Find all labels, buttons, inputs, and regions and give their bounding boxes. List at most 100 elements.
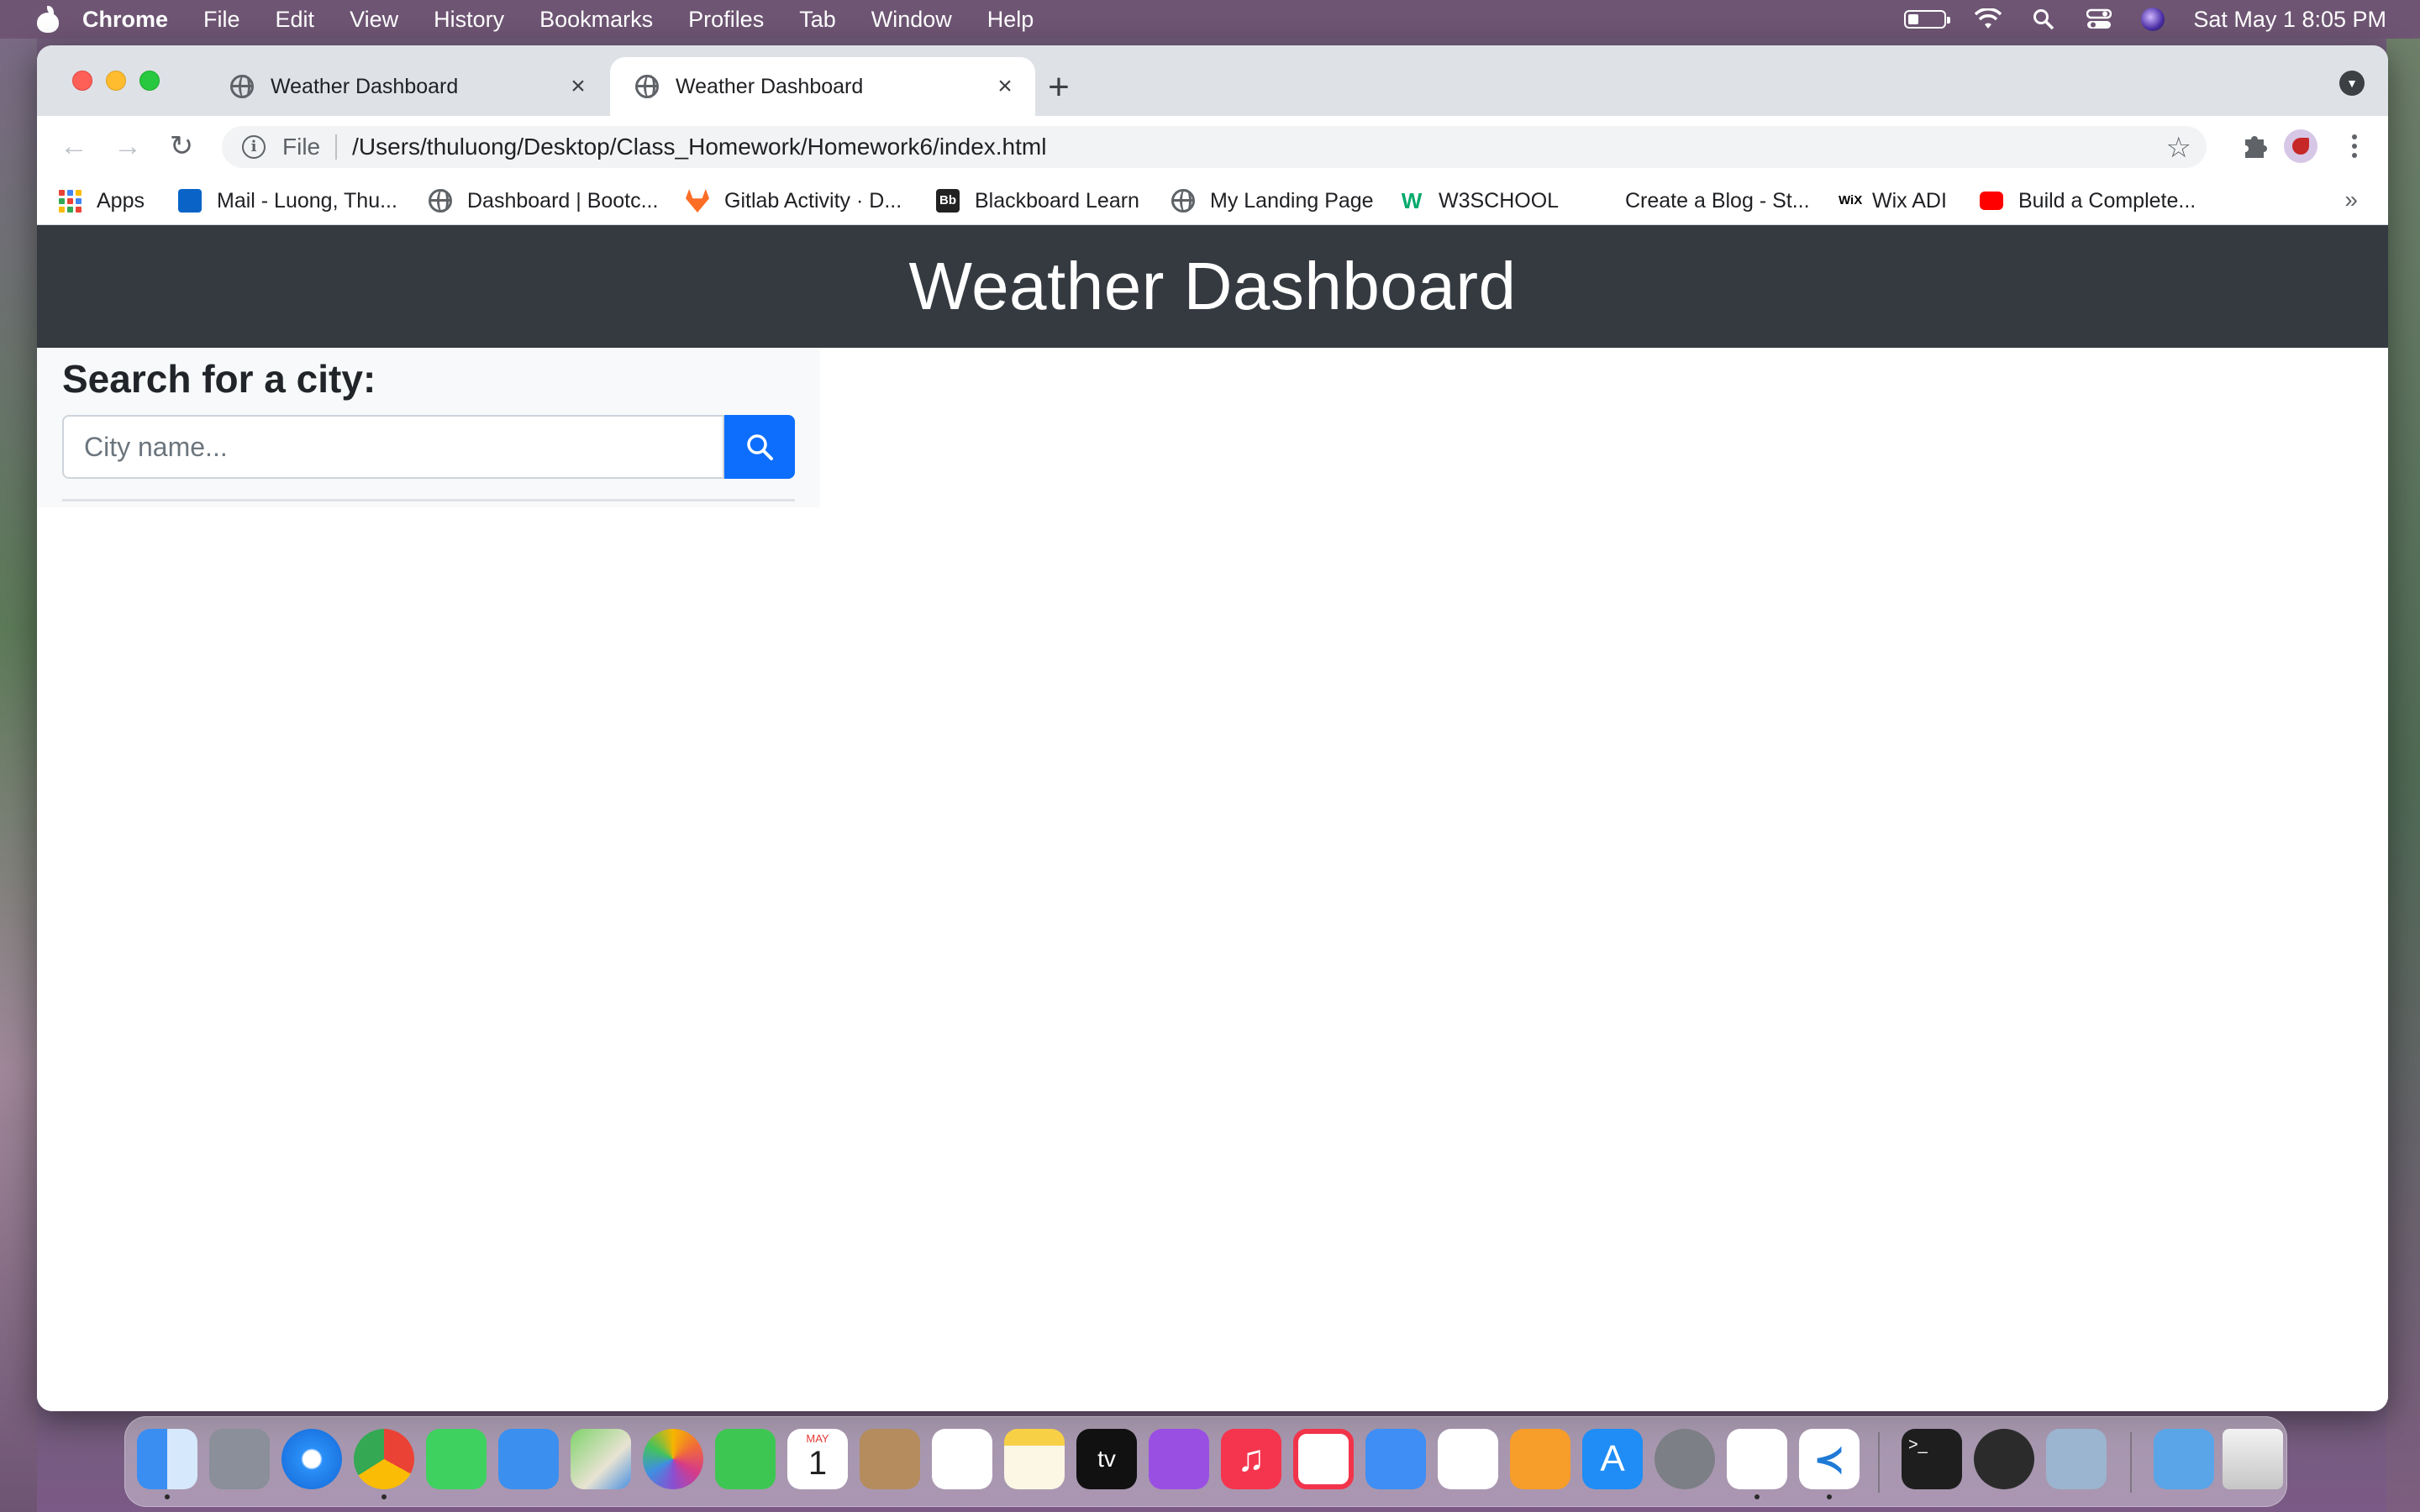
siri-icon[interactable] — [2141, 8, 2165, 31]
bookmark-label: Blackboard Learn — [975, 188, 1139, 213]
apple-icon[interactable] — [35, 6, 60, 33]
menu-clock[interactable]: Sat May 1 8:05 PM — [2193, 7, 2386, 33]
menu-app-name[interactable]: Chrome — [82, 7, 168, 33]
bookmark-blackboard[interactable]: Bb Blackboard Learn — [936, 185, 1139, 217]
w3schools-icon: W — [1401, 188, 1423, 213]
bookmark-label: Create a Blog - St... — [1625, 188, 1810, 213]
bookmark-create-blog[interactable]: Create a Blog - St... — [1625, 185, 1810, 217]
menu-help[interactable]: Help — [987, 7, 1034, 33]
web-page: Weather Dashboard Search for a city: — [37, 225, 2388, 1411]
info-icon[interactable]: i — [242, 135, 266, 159]
city-search-input[interactable] — [62, 415, 725, 479]
bookmark-star-icon[interactable]: ☆ — [2166, 131, 2191, 165]
terminal-icon[interactable]: >_ — [1902, 1429, 1962, 1489]
forward-button[interactable]: → — [109, 128, 146, 165]
menu-edit[interactable]: Edit — [276, 7, 315, 33]
facetime-icon[interactable] — [715, 1429, 776, 1489]
search-button[interactable] — [724, 415, 795, 479]
new-tab-button[interactable]: + — [1034, 62, 1084, 113]
tab-title: Weather Dashboard — [271, 74, 459, 98]
slack-icon[interactable] — [1727, 1429, 1787, 1489]
bookmark-wix[interactable]: WiX Wix ADI — [1839, 185, 1947, 217]
battery-icon[interactable] — [1904, 10, 1951, 29]
trash-icon[interactable] — [2223, 1429, 2283, 1489]
close-tab-icon[interactable]: × — [560, 72, 597, 101]
tab-weather-dashboard-2[interactable]: Weather Dashboard × — [610, 57, 1035, 116]
running-indicator — [1754, 1494, 1760, 1499]
numbers-icon[interactable] — [1438, 1429, 1498, 1489]
apple-tv-icon[interactable]: tv — [1076, 1429, 1137, 1489]
music-icon[interactable]: ♫ — [1221, 1429, 1281, 1489]
chrome-icon[interactable] — [354, 1429, 414, 1489]
bookmark-label: Dashboard | Bootc... — [467, 188, 659, 213]
back-button[interactable]: ← — [55, 128, 92, 165]
menu-tab[interactable]: Tab — [799, 7, 836, 33]
search-form — [62, 415, 795, 479]
launchpad-icon[interactable] — [209, 1429, 270, 1489]
bookmark-landing-page[interactable]: My Landing Page — [1171, 185, 1374, 217]
search-history-divider — [62, 499, 795, 501]
system-preferences-icon[interactable] — [1655, 1429, 1715, 1489]
notes-icon[interactable] — [1004, 1429, 1065, 1489]
calendar-icon[interactable]: MAY 1 — [787, 1429, 848, 1489]
desktop-wallpaper-left — [0, 37, 37, 1512]
address-bar[interactable]: i File /Users/thuluong/Desktop/Class_Hom… — [222, 126, 2207, 168]
podcasts-icon[interactable] — [1149, 1429, 1209, 1489]
spotlight-search-icon[interactable] — [2030, 7, 2057, 32]
gitlab-icon — [686, 189, 709, 213]
reload-button[interactable]: ↻ — [163, 128, 200, 165]
tab-search-icon[interactable]: ▼ — [2339, 71, 2365, 96]
preview-icon[interactable] — [2046, 1429, 2107, 1489]
reminders-icon[interactable] — [932, 1429, 992, 1489]
news-icon[interactable] — [1293, 1429, 1354, 1489]
globe-icon — [635, 75, 659, 98]
menu-profiles[interactable]: Profiles — [688, 7, 764, 33]
menu-file[interactable]: File — [203, 7, 240, 33]
bookmark-mail[interactable]: Mail - Luong, Thu... — [178, 185, 397, 217]
close-tab-icon[interactable]: × — [986, 72, 1023, 101]
bookmark-gitlab[interactable]: Gitlab Activity · D... — [686, 185, 902, 217]
bookmark-label: Mail - Luong, Thu... — [217, 188, 397, 213]
profile-avatar[interactable] — [2284, 129, 2317, 163]
mail-icon[interactable] — [498, 1429, 559, 1489]
menu-bookmarks[interactable]: Bookmarks — [539, 7, 653, 33]
vscode-icon[interactable]: ≺ — [1799, 1429, 1860, 1489]
blackboard-icon: Bb — [936, 189, 960, 213]
keynote-icon[interactable] — [1365, 1429, 1426, 1489]
contacts-icon[interactable] — [860, 1429, 920, 1489]
minimize-window-button[interactable] — [106, 71, 126, 91]
app-store-icon[interactable]: A — [1582, 1429, 1643, 1489]
bookmark-apps[interactable]: Apps — [59, 185, 145, 217]
photos-icon[interactable] — [643, 1429, 703, 1489]
wifi-icon[interactable] — [1975, 7, 2002, 32]
bookmarks-overflow-icon[interactable]: » — [2344, 186, 2358, 213]
quicktime-icon[interactable] — [1974, 1429, 2034, 1489]
search-icon — [747, 434, 774, 460]
bookmark-label: W3SCHOOL — [1439, 188, 1560, 213]
chrome-menu-icon[interactable] — [2346, 128, 2363, 165]
finder-icon[interactable] — [137, 1429, 197, 1489]
menu-window[interactable]: Window — [871, 7, 952, 33]
safari-icon[interactable] — [281, 1429, 342, 1489]
pages-icon[interactable] — [1510, 1429, 1570, 1489]
globe-icon — [429, 189, 452, 213]
search-sidebar: Search for a city: — [37, 348, 820, 507]
control-center-icon[interactable] — [2086, 7, 2112, 32]
calendar-month: MAY — [806, 1432, 829, 1445]
menu-view[interactable]: View — [350, 7, 398, 33]
bookmark-w3school[interactable]: W W3SCHOOL — [1400, 185, 1559, 217]
dock-separator — [1878, 1432, 1880, 1493]
zoom-window-button[interactable] — [139, 71, 160, 91]
close-window-button[interactable] — [72, 71, 92, 91]
menu-history[interactable]: History — [434, 7, 504, 33]
youtube-icon — [1980, 192, 2003, 210]
bookmark-dashboard[interactable]: Dashboard | Bootc... — [429, 185, 658, 217]
address-separator — [335, 134, 338, 160]
extensions-puzzle-icon[interactable] — [2240, 131, 2270, 161]
tab-weather-dashboard-1[interactable]: Weather Dashboard × — [205, 57, 608, 116]
messages-icon[interactable] — [426, 1429, 487, 1489]
address-url[interactable]: /Users/thuluong/Desktop/Class_Homework/H… — [352, 134, 1046, 160]
bookmark-youtube[interactable]: Build a Complete... — [1980, 185, 2196, 217]
maps-icon[interactable] — [571, 1429, 631, 1489]
downloads-folder-icon[interactable] — [2154, 1429, 2214, 1489]
